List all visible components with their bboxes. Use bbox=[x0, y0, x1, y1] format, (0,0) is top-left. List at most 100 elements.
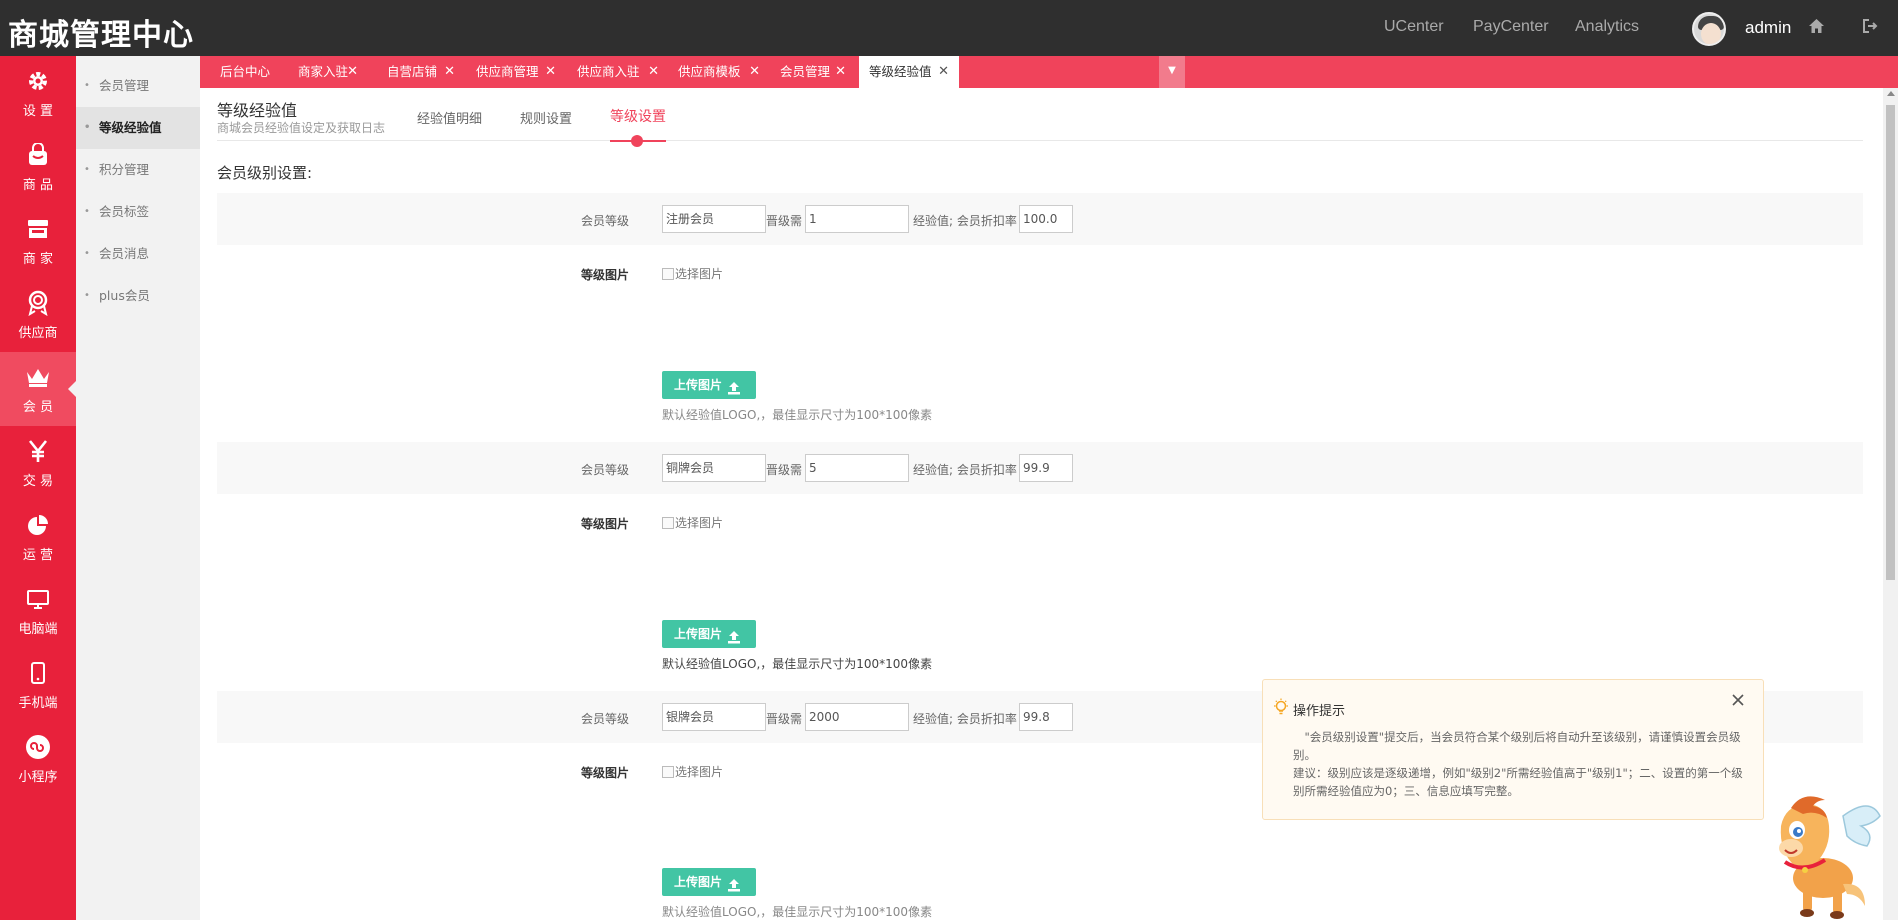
subtab-level-settings[interactable]: 等级设置 bbox=[610, 106, 666, 126]
tab-self-store[interactable]: 自营店铺 ✕ bbox=[367, 56, 459, 88]
page-title: 等级经验值 bbox=[217, 101, 298, 120]
subtab-rule-settings[interactable]: 规则设置 bbox=[520, 108, 572, 127]
sidebar-item-label: 商 品 bbox=[22, 178, 54, 193]
username[interactable]: admin bbox=[1745, 18, 1791, 38]
upload-icon bbox=[727, 874, 741, 902]
sidebar-item-mobile[interactable]: 手机端 bbox=[0, 648, 76, 722]
tab-level-exp[interactable]: 等级经验值 ✕ bbox=[859, 56, 959, 88]
image-label: 等级图片 bbox=[581, 268, 630, 282]
nav-ucenter[interactable]: UCenter bbox=[1384, 18, 1444, 36]
sidebar-item-settings[interactable]: 设 置 bbox=[0, 56, 76, 130]
avatar[interactable] bbox=[1692, 12, 1726, 46]
close-icon[interactable]: ✕ bbox=[938, 56, 949, 88]
sidebar-item-pc[interactable]: 电脑端 bbox=[0, 574, 76, 648]
sidebar-item-supplier[interactable]: 供应商 bbox=[0, 278, 76, 352]
store-icon bbox=[0, 216, 76, 242]
tab-admin-center[interactable]: 后台中心 bbox=[200, 56, 278, 88]
home-icon[interactable] bbox=[1808, 18, 1825, 39]
level-name-input[interactable]: 银牌会员 bbox=[662, 703, 766, 731]
level-image-placeholder[interactable]: 选择图片 bbox=[662, 265, 723, 282]
crown-icon bbox=[0, 364, 76, 390]
sidebar-item-merchant[interactable]: 商 家 bbox=[0, 204, 76, 278]
upload-button-label: 上传图片 bbox=[674, 627, 723, 641]
submenu-item-level-exp[interactable]: 等级经验值 bbox=[76, 107, 200, 149]
submenu-item-member-manage[interactable]: 会员管理 bbox=[76, 65, 200, 107]
chevron-down-icon: ▼ bbox=[1168, 65, 1176, 76]
scroll-up-arrow-icon[interactable] bbox=[1887, 91, 1895, 96]
submenu-item-points[interactable]: 积分管理 bbox=[76, 149, 200, 191]
level-name-input[interactable]: 铜牌会员 bbox=[662, 454, 766, 482]
close-icon[interactable]: ✕ bbox=[749, 56, 760, 88]
tab-label: 商家入驻 bbox=[298, 64, 349, 79]
sidebar-item-label: 商 家 bbox=[22, 252, 54, 267]
exp-discount-label: 经验值; 会员折扣率 bbox=[913, 712, 1017, 726]
subtab-exp-detail[interactable]: 经验值明细 bbox=[417, 108, 482, 127]
upload-image-button[interactable]: 上传图片 bbox=[662, 868, 756, 896]
tab-label: 供应商模板 bbox=[678, 64, 741, 79]
tab-member-manage[interactable]: 会员管理 ✕ bbox=[760, 56, 850, 88]
sidebar-item-goods[interactable]: 商 品 bbox=[0, 130, 76, 204]
level-label: 会员等级 bbox=[581, 214, 630, 228]
tab-supplier-join[interactable]: 供应商入驻 ✕ bbox=[557, 56, 659, 88]
close-icon[interactable]: ✕ bbox=[444, 56, 455, 88]
main-sidebar: 设 置 商 品 商 家 供应商 会 员 交 易 运 营 电脑端 手机端 小程序 bbox=[0, 56, 76, 920]
nav-paycenter[interactable]: PayCenter bbox=[1473, 18, 1549, 36]
broken-image-icon bbox=[662, 268, 674, 280]
image-alt-text: 选择图片 bbox=[675, 267, 724, 281]
logout-icon[interactable] bbox=[1862, 18, 1879, 39]
exp-input[interactable]: 5 bbox=[805, 454, 909, 482]
tab-bar: 后台中心 商家入驻 ✕ 自营店铺 ✕ 供应商管理 ✕ 供应商入驻 ✕ 供应商模板 ✕ 会员… bbox=[200, 56, 1898, 88]
tip-line-1: "会员级别设置"提交后，当会员符合某个级别后将自动升至该级别，请谨慎设置会员级别… bbox=[1293, 730, 1741, 762]
tab-label: 自营店铺 bbox=[387, 64, 438, 79]
level-name-input[interactable]: 注册会员 bbox=[662, 205, 766, 233]
close-icon[interactable]: ✕ bbox=[347, 56, 358, 88]
upload-icon bbox=[727, 626, 741, 654]
monitor-icon bbox=[0, 586, 76, 612]
operation-tip-panel: 操作提示 "会员级别设置"提交后，当会员符合某个级别后将自动升至该级别，请谨慎设… bbox=[1262, 679, 1764, 820]
sidebar-item-operation[interactable]: 运 营 bbox=[0, 500, 76, 574]
upload-image-button[interactable]: 上传图片 bbox=[662, 620, 756, 648]
tab-merchant-join[interactable]: 商家入驻 ✕ bbox=[278, 56, 370, 88]
submenu-item-plus[interactable]: plus会员 bbox=[76, 275, 200, 317]
level-image-placeholder[interactable]: 选择图片 bbox=[662, 763, 723, 780]
tab-label: 等级经验值 bbox=[869, 64, 932, 79]
tab-more-dropdown[interactable]: ▼ bbox=[1159, 56, 1185, 88]
tab-supplier-manage[interactable]: 供应商管理 ✕ bbox=[456, 56, 556, 88]
bag-icon bbox=[0, 142, 76, 168]
nav-analytics[interactable]: Analytics bbox=[1575, 18, 1639, 36]
mobile-icon bbox=[0, 660, 76, 686]
sidebar-item-trade[interactable]: 交 易 bbox=[0, 426, 76, 500]
upload-image-button[interactable]: 上传图片 bbox=[662, 371, 756, 399]
tab-supplier-template[interactable]: 供应商模板 ✕ bbox=[658, 56, 760, 88]
submenu-item-messages[interactable]: 会员消息 bbox=[76, 233, 200, 275]
yen-icon bbox=[0, 438, 76, 464]
exp-input[interactable]: 2000 bbox=[805, 703, 909, 731]
medal-icon bbox=[0, 290, 76, 316]
discount-input[interactable]: 100.0 bbox=[1019, 205, 1073, 233]
exp-input[interactable]: 1 bbox=[805, 205, 909, 233]
sidebar-item-label: 会 员 bbox=[22, 400, 54, 415]
close-icon[interactable] bbox=[1731, 688, 1745, 713]
image-size-hint: 默认经验值LOGO,，最佳显示尺寸为100*100像素 bbox=[662, 408, 933, 422]
close-icon[interactable]: ✕ bbox=[545, 56, 556, 88]
tab-label: 后台中心 bbox=[220, 64, 271, 79]
submenu-item-tags[interactable]: 会员标签 bbox=[76, 191, 200, 233]
gear-icon bbox=[0, 68, 76, 94]
discount-input[interactable]: 99.8 bbox=[1019, 703, 1073, 731]
scrollbar-thumb[interactable] bbox=[1886, 105, 1895, 580]
sidebar-item-label: 运 营 bbox=[22, 548, 54, 563]
image-alt-text: 选择图片 bbox=[675, 516, 724, 530]
mascot-horse-image[interactable] bbox=[1755, 786, 1885, 920]
sidebar-item-label: 交 易 bbox=[22, 474, 54, 489]
level-label: 会员等级 bbox=[581, 463, 630, 477]
discount-input[interactable]: 99.9 bbox=[1019, 454, 1073, 482]
sidebar-item-label: 手机端 bbox=[18, 696, 58, 711]
level-image-placeholder[interactable]: 选择图片 bbox=[662, 514, 723, 531]
subtab-active-dot bbox=[631, 135, 643, 147]
sidebar-item-mini-program[interactable]: 小程序 bbox=[0, 722, 76, 796]
tip-line-2: 建议：级别应该是逐级递增，例如"级别2"所需经验值高于"级别1"；二、设置的第一… bbox=[1293, 766, 1743, 798]
image-label: 等级图片 bbox=[581, 517, 630, 531]
upload-button-label: 上传图片 bbox=[674, 875, 723, 889]
sidebar-item-member[interactable]: 会 员 bbox=[0, 352, 76, 426]
close-icon[interactable]: ✕ bbox=[835, 56, 846, 88]
